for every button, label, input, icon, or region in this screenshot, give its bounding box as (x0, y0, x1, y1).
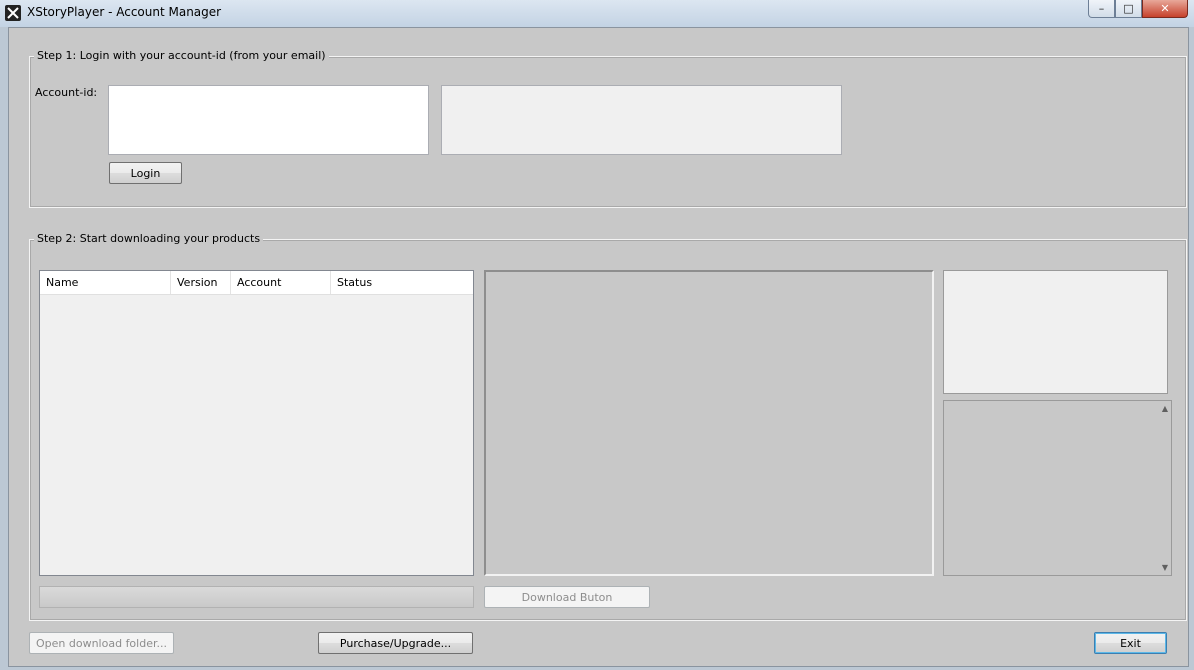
maximize-button[interactable]: □ (1115, 0, 1142, 18)
step1-legend: Step 1: Login with your account-id (from… (34, 49, 329, 62)
dialog-client-area: Step 1: Login with your account-id (from… (8, 27, 1189, 667)
download-button[interactable]: Download Buton (484, 586, 650, 608)
scroll-down-arrow[interactable]: ▼ (1162, 563, 1168, 572)
product-description-panel[interactable]: ▲ ▼ (943, 400, 1172, 576)
window-title: XStoryPlayer - Account Manager (27, 5, 222, 19)
app-icon (5, 5, 21, 21)
products-list-header: Name Version Account Status (40, 271, 473, 295)
login-status-panel (441, 85, 842, 155)
products-list[interactable]: Name Version Account Status (39, 270, 474, 576)
exit-button[interactable]: Exit (1094, 632, 1167, 654)
scroll-up-arrow[interactable]: ▲ (1162, 404, 1168, 413)
open-download-folder-button[interactable]: Open download folder... (29, 632, 174, 654)
account-id-label: Account-id: (35, 86, 98, 99)
column-header-account[interactable]: Account (231, 271, 331, 294)
title-bar[interactable]: XStoryPlayer - Account Manager – □ ✕ (0, 0, 1194, 27)
window-caption-buttons: – □ ✕ (1088, 0, 1188, 18)
purchase-upgrade-button[interactable]: Purchase/Upgrade... (318, 632, 473, 654)
download-progress-bar (39, 586, 474, 608)
column-header-version[interactable]: Version (171, 271, 231, 294)
product-image-panel (943, 270, 1168, 394)
column-header-name[interactable]: Name (40, 271, 171, 294)
step2-legend: Step 2: Start downloading your products (34, 232, 264, 245)
product-preview-panel (484, 270, 934, 576)
column-header-status[interactable]: Status (331, 271, 473, 294)
account-id-input[interactable] (108, 85, 429, 155)
minimize-button[interactable]: – (1088, 0, 1115, 18)
login-button[interactable]: Login (109, 162, 182, 184)
close-button[interactable]: ✕ (1142, 0, 1188, 18)
